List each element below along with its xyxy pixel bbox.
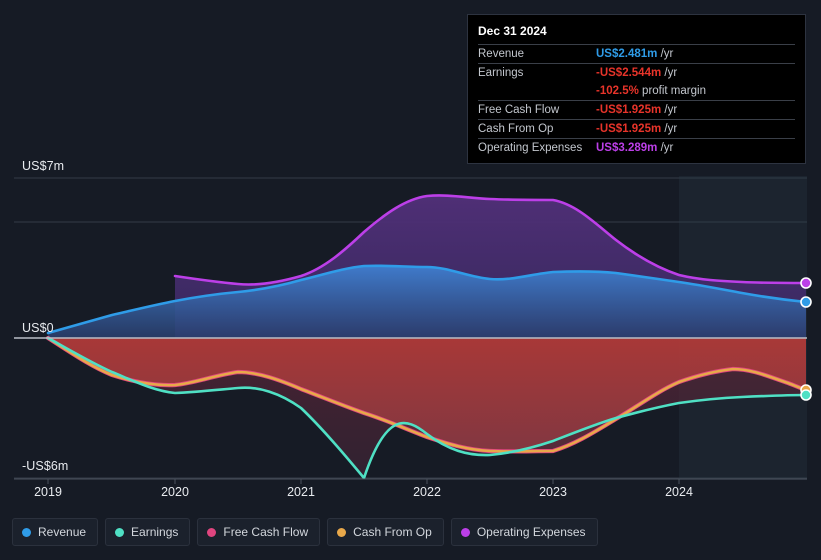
y-axis-label-zero: US$0	[22, 321, 54, 335]
y-axis-label-top: US$7m	[22, 159, 65, 173]
legend-label-operating-expenses: Operating Expenses	[476, 525, 586, 539]
legend-dot-revenue-icon	[22, 527, 31, 537]
x-axis-label-2022: 2022	[413, 485, 441, 499]
tooltip-unit-cash-from-op: /yr	[664, 123, 678, 135]
tooltip-unit-operating-expenses: /yr	[660, 142, 674, 154]
legend-label-cash-from-op: Cash From Op	[353, 525, 432, 539]
x-axis-label-2024: 2024	[665, 485, 693, 499]
legend-item-cash-from-op[interactable]: Cash From Op	[327, 518, 444, 546]
legend-dot-earnings-icon	[115, 527, 125, 537]
tooltip-row-free-cash-flow: Free Cash Flow -US$1.925m /yr	[478, 100, 795, 120]
chart-legend: Revenue Earnings Free Cash Flow Cash Fro…	[12, 518, 598, 546]
legend-label-earnings: Earnings	[131, 525, 179, 539]
tooltip-row-earnings: Earnings -US$2.544m /yr	[478, 63, 795, 82]
endpoint-operating-expenses	[800, 277, 812, 289]
tooltip-date: Dec 31 2024	[478, 24, 547, 38]
tooltip-row-operating-expenses: Operating Expenses US$3.289m /yr	[478, 138, 795, 157]
tooltip-value-operating-expenses: US$3.289m /yr	[596, 138, 795, 157]
tooltip-number-cash-from-op: -US$1.925m	[596, 123, 662, 135]
tooltip-number-earnings: -US$2.544m	[596, 67, 662, 79]
tooltip-value-earnings: -US$2.544m /yr	[596, 63, 795, 82]
tooltip-table: Revenue US$2.481m /yr Earnings -US$2.544…	[478, 44, 795, 157]
tooltip-number-free-cash-flow: -US$1.925m	[596, 104, 662, 116]
y-axis-label-bottom: -US$6m	[22, 459, 69, 473]
tooltip-unit-earnings: /yr	[664, 67, 678, 79]
legend-dot-free-cash-flow-icon	[207, 527, 217, 537]
legend-dot-operating-expenses-icon	[460, 527, 470, 537]
x-axis-label-2020: 2020	[161, 485, 189, 499]
tooltip-unit-free-cash-flow: /yr	[664, 104, 678, 116]
tooltip-value-revenue: US$2.481m /yr	[596, 44, 795, 64]
tooltip-key-cash-from-op: Cash From Op	[478, 119, 596, 139]
tooltip-key-operating-expenses: Operating Expenses	[478, 138, 596, 157]
tooltip-unit-revenue: /yr	[660, 48, 674, 60]
legend-item-operating-expenses[interactable]: Operating Expenses	[450, 518, 598, 546]
tooltip-value-profit-margin: -102.5% profit margin	[596, 82, 795, 101]
endpoint-revenue	[800, 296, 812, 308]
tooltip-number-revenue: US$2.481m	[596, 48, 658, 60]
tooltip-number-profit-margin: -102.5%	[596, 85, 639, 97]
tooltip-row-profit-margin: -102.5% profit margin	[478, 82, 795, 101]
financial-performance-chart: US$7m US$0 -US$6m 2019 2020 2021 2022 20…	[0, 0, 821, 560]
tooltip-row-revenue: Revenue US$2.481m /yr	[478, 44, 795, 64]
tooltip-row-cash-from-op: Cash From Op -US$1.925m /yr	[478, 119, 795, 139]
legend-dot-cash-from-op-icon	[337, 527, 347, 537]
tooltip-number-operating-expenses: US$3.289m	[596, 142, 658, 154]
tooltip-key-earnings: Earnings	[478, 63, 596, 82]
tooltip-value-cash-from-op: -US$1.925m /yr	[596, 119, 795, 139]
tooltip-value-free-cash-flow: -US$1.925m /yr	[596, 100, 795, 120]
legend-item-revenue[interactable]: Revenue	[12, 518, 99, 546]
tooltip-key-revenue: Revenue	[478, 44, 596, 64]
legend-item-earnings[interactable]: Earnings	[105, 518, 191, 546]
legend-label-free-cash-flow: Free Cash Flow	[223, 525, 309, 539]
tooltip-key-free-cash-flow: Free Cash Flow	[478, 100, 596, 120]
x-axis-label-2023: 2023	[539, 485, 567, 499]
x-axis-label-2021: 2021	[287, 485, 315, 499]
legend-label-revenue: Revenue	[38, 525, 87, 539]
x-axis-label-2019: 2019	[34, 485, 62, 499]
chart-tooltip: Dec 31 2024 Revenue US$2.481m /yr Earnin…	[467, 14, 806, 164]
x-axis-ticks	[47, 479, 680, 484]
tooltip-unit-profit-margin: profit margin	[642, 85, 706, 97]
tooltip-key-profit-margin	[478, 82, 596, 101]
endpoint-earnings	[800, 389, 812, 401]
legend-item-free-cash-flow[interactable]: Free Cash Flow	[197, 518, 321, 546]
